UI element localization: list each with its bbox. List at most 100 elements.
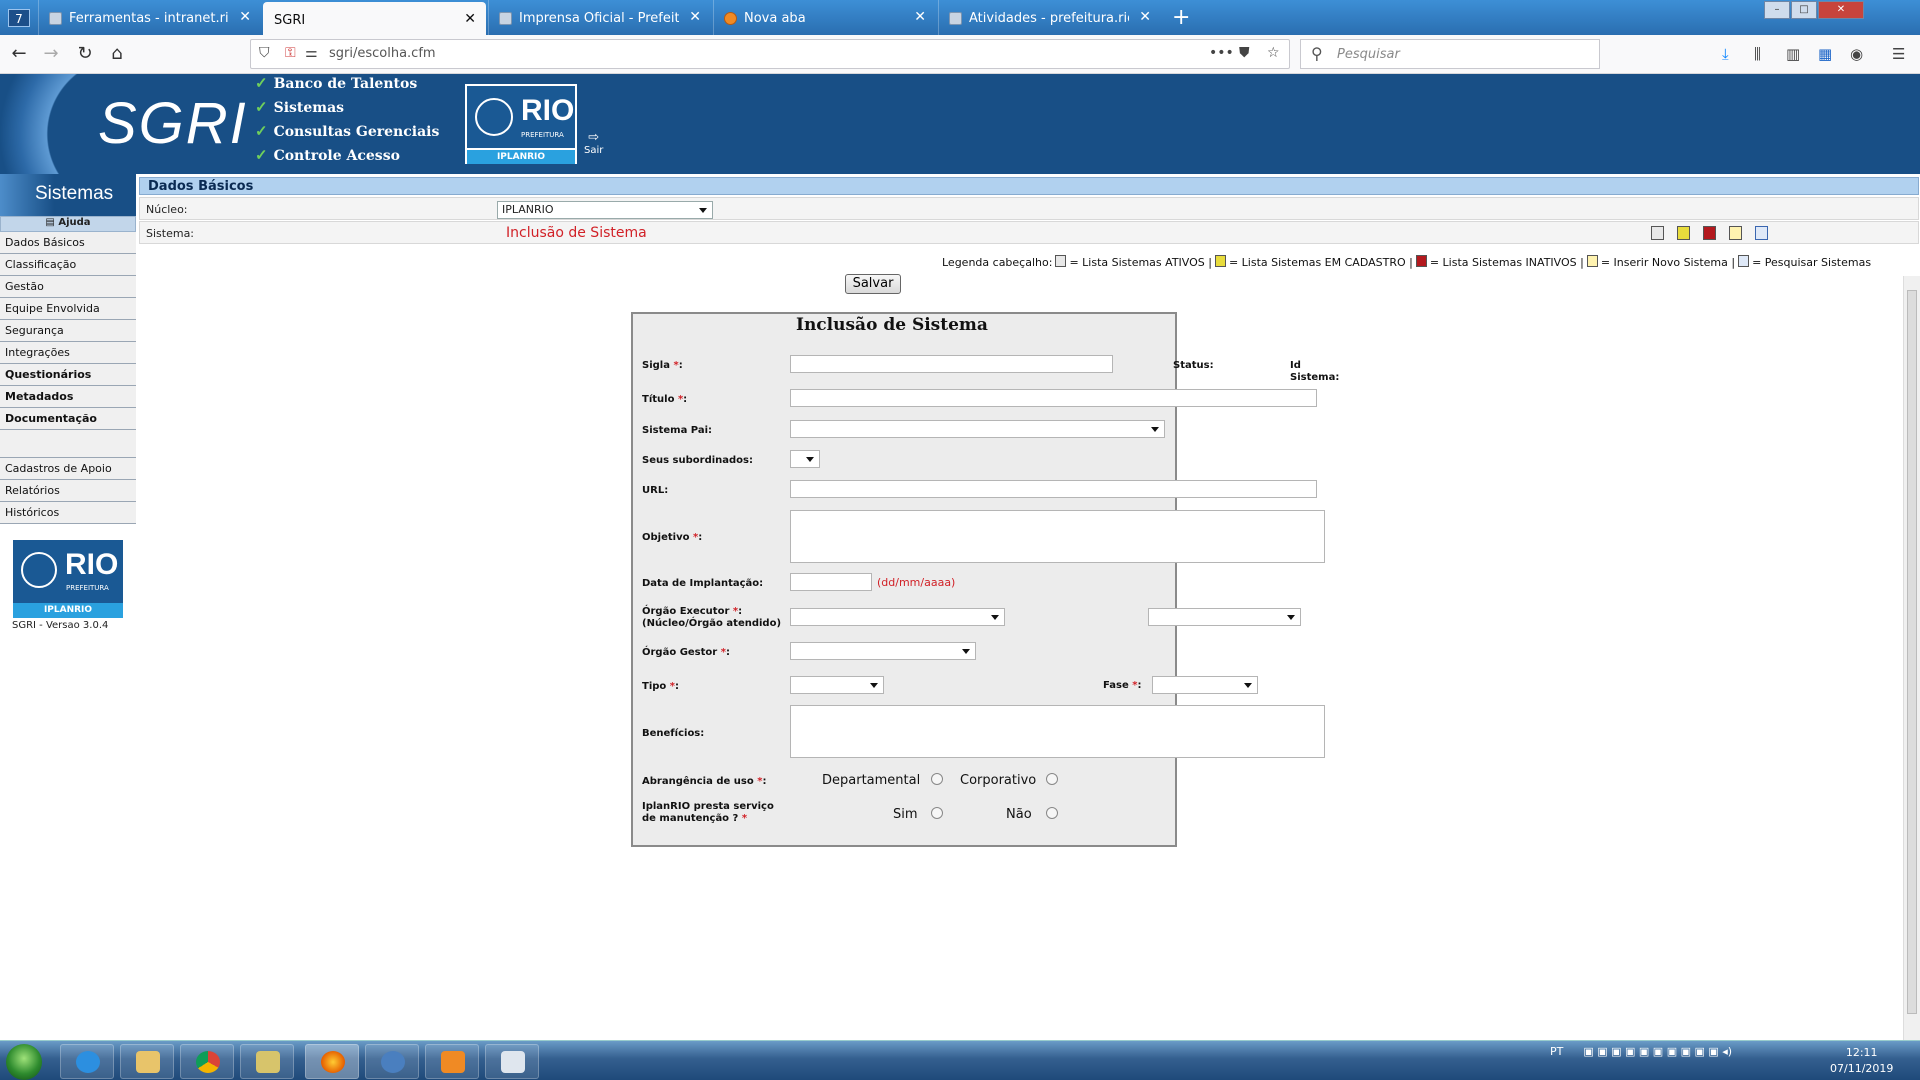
tab-label: Nova aba (744, 11, 806, 26)
maximize-icon[interactable]: □ (1791, 1, 1817, 19)
tipo-select[interactable] (790, 676, 884, 694)
close-window-icon[interactable]: ✕ (1818, 1, 1864, 19)
explorer-icon[interactable] (120, 1044, 174, 1079)
list-active-icon[interactable] (1651, 226, 1664, 240)
tab-ferramentas[interactable]: Ferramentas - intranet.rio.rj.gov.br ✕ (38, 0, 261, 35)
sidebar-item-seguranca[interactable]: Segurança (0, 320, 136, 342)
nucleo-select[interactable]: IPLANRIO (497, 201, 713, 219)
sigla-input[interactable] (790, 355, 1113, 373)
account-icon[interactable]: ◉ (1850, 45, 1863, 63)
orgao-executor-select[interactable] (790, 608, 1005, 626)
menu-icon[interactable]: ☰ (1892, 45, 1905, 63)
thunderbird-icon[interactable] (365, 1044, 419, 1079)
back-icon[interactable]: ← (8, 43, 30, 64)
exit-button[interactable]: ⇨ Sair (584, 130, 603, 156)
media-player-icon[interactable] (425, 1044, 479, 1079)
insecure-lock-icon[interactable]: ⚿ (285, 45, 296, 61)
list-draft-icon[interactable] (1677, 226, 1690, 240)
sidebar-icon[interactable]: ▥ (1786, 45, 1800, 63)
sidebar-item-classificacao[interactable]: Classificação (0, 254, 136, 276)
save-button[interactable]: Salvar (845, 274, 901, 294)
sidebar-item-cadastros[interactable]: Cadastros de Apoio (0, 458, 136, 480)
legend-item: = Lista Sistemas INATIVOS | (1429, 256, 1584, 269)
close-icon[interactable]: ✕ (914, 9, 926, 25)
pocket-icon[interactable]: ⛊ (1239, 45, 1250, 61)
reload-icon[interactable]: ↻ (74, 43, 96, 64)
firefox-icon[interactable] (305, 1044, 359, 1079)
close-icon[interactable]: ✕ (464, 11, 476, 27)
help-button[interactable]: ▤ Ajuda (0, 216, 136, 232)
page-scrollbar[interactable] (1903, 276, 1920, 1040)
data-implantacao-input[interactable] (790, 573, 872, 591)
menu-consultas-gerenciais[interactable]: ✓ Consultas Gerenciais (255, 122, 439, 140)
url-label: URL: (642, 485, 669, 496)
sidebar-item-integracoes[interactable]: Integrações (0, 342, 136, 364)
close-icon[interactable]: ✕ (689, 9, 701, 25)
app-header: SGRI ✓ Banco de Talentos ✓ Sistemas ✓ Consu… (0, 74, 1920, 174)
logo-arc-decoration (0, 74, 95, 174)
sidebar-item-historicos[interactable]: Históricos (0, 502, 136, 524)
orgao-gestor-select[interactable] (790, 642, 976, 660)
titulo-input[interactable] (790, 389, 1317, 407)
sidebar-item-dados-basicos[interactable]: Dados Básicos (0, 232, 136, 254)
more-icon[interactable]: ••• (1209, 45, 1234, 61)
tab-atividades[interactable]: Atividades - prefeitura.rio ✕ (938, 0, 1161, 35)
menu-banco-talentos[interactable]: ✓ Banco de Talentos (255, 74, 417, 92)
address-bar[interactable]: ⛉ ⚿ ⚌ sgri/escolha.cfm ••• ⛊ ☆ (250, 39, 1290, 69)
bookmark-star-icon[interactable]: ☆ (1267, 45, 1280, 61)
search-systems-icon[interactable] (1755, 226, 1768, 240)
beneficios-textarea[interactable] (790, 705, 1325, 758)
forward-icon[interactable]: → (40, 43, 62, 64)
scrollbar-thumb[interactable] (1907, 290, 1917, 1014)
language-indicator[interactable]: PT (1550, 1045, 1563, 1058)
permissions-icon[interactable]: ⚌ (305, 45, 318, 61)
sidebar-item-documentacao[interactable]: Documentação (0, 408, 136, 430)
list-inactive-icon (1415, 255, 1427, 267)
list-inactive-icon[interactable] (1703, 226, 1716, 240)
nao-radio[interactable] (1046, 807, 1058, 819)
clock[interactable]: 12:11 07/11/2019 (1830, 1045, 1893, 1077)
url-input[interactable] (790, 480, 1317, 498)
minimize-icon[interactable]: – (1764, 1, 1790, 19)
close-icon[interactable]: ✕ (1139, 9, 1151, 25)
tray-icons[interactable]: ▣ ▣ ▣ ▣ ▣ ▣ ▣ ▣ ▣ ▣ ◂) (1583, 1045, 1732, 1058)
sidebar-item-relatorios[interactable]: Relatórios (0, 480, 136, 502)
tab-nova-aba[interactable]: Nova aba ✕ (713, 0, 936, 35)
sidebar-item-metadados[interactable]: Metadados (0, 386, 136, 408)
objetivo-textarea[interactable] (790, 510, 1325, 563)
ie-icon[interactable] (60, 1044, 114, 1079)
download-icon[interactable]: ⤓ (1722, 45, 1729, 63)
menu-controle-acesso[interactable]: ✓ Controle Acesso (255, 146, 400, 164)
sistema-pai-select[interactable] (790, 420, 1165, 438)
sidebar-item-gestao[interactable]: Gestão (0, 276, 136, 298)
sim-radio[interactable] (931, 807, 943, 819)
new-tab-button[interactable]: + (1172, 5, 1190, 30)
home-icon[interactable]: ⌂ (106, 43, 128, 64)
subordinados-select[interactable] (790, 450, 820, 468)
tools-icon[interactable] (240, 1044, 294, 1079)
window-number-badge[interactable]: 7 (8, 9, 30, 27)
firefox-icon (724, 12, 737, 25)
corporativo-radio[interactable] (1046, 773, 1058, 785)
close-icon[interactable]: ✕ (239, 9, 251, 25)
url-text[interactable]: sgri/escolha.cfm (329, 46, 436, 61)
chrome-icon[interactable] (180, 1044, 234, 1079)
insert-new-icon[interactable] (1729, 226, 1742, 240)
start-button[interactable] (6, 1044, 42, 1080)
library-icon[interactable]: ⫼ (1754, 45, 1761, 63)
tab-sgri[interactable]: SGRI ✕ (263, 2, 486, 35)
shield-icon[interactable]: ⛉ (259, 45, 270, 61)
tab-imprensa[interactable]: Imprensa Oficial - Prefeitura do Rio ✕ (488, 0, 711, 35)
document-icon[interactable] (485, 1044, 539, 1079)
sidebar-item-equipe[interactable]: Equipe Envolvida (0, 298, 136, 320)
search-box[interactable]: ⚲ Pesquisar (1300, 39, 1600, 69)
calendar-icon[interactable]: ▦ (1818, 45, 1832, 63)
search-placeholder: Pesquisar (1337, 47, 1400, 62)
objetivo-label: Objetivo *: (642, 532, 703, 543)
orgao-executor-sub-select[interactable] (1148, 608, 1301, 626)
fase-select[interactable] (1152, 676, 1258, 694)
departamental-radio[interactable] (931, 773, 943, 785)
menu-sistemas[interactable]: ✓ Sistemas (255, 98, 344, 116)
menu-label: Banco de Talentos (273, 76, 418, 92)
sidebar-item-questionarios[interactable]: Questionários (0, 364, 136, 386)
